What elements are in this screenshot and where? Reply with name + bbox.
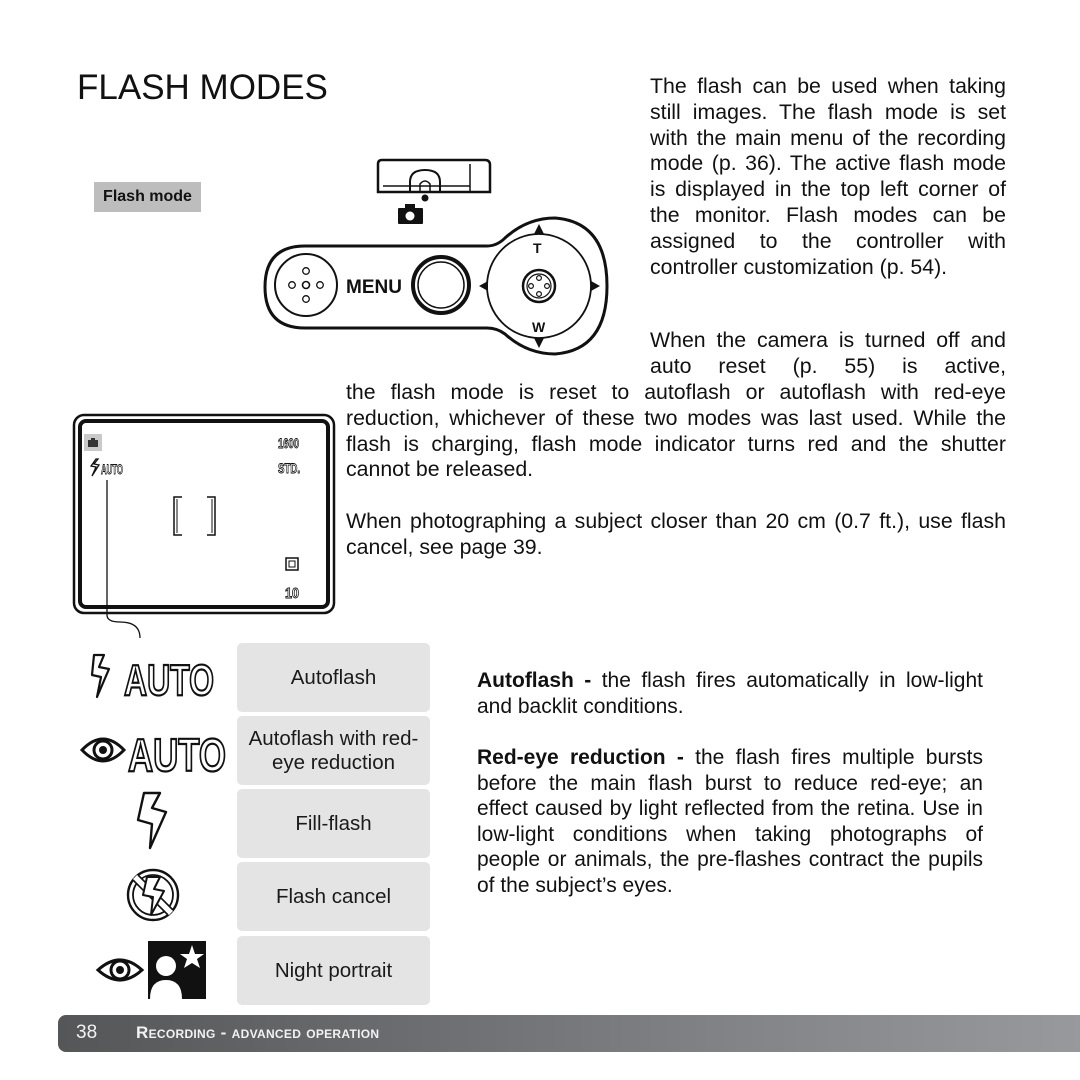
red-eye-autoflash-icon: AUTO — [79, 718, 230, 784]
monitor-frame-count: 10 — [285, 585, 299, 602]
page-title: FLASH MODES — [77, 68, 328, 107]
mode-label-autoflash: Autoflash — [237, 643, 430, 712]
arrow-right-icon — [591, 281, 600, 291]
description-term: Red-eye reduction - — [477, 746, 684, 769]
night-portrait-icon — [80, 938, 230, 1004]
close-subject-paragraph: When photographing a subject closer than… — [346, 509, 1006, 559]
monitor-quality-text: STD. — [278, 460, 300, 476]
description-autoflash: Autoflash - the flash fires automaticall… — [477, 668, 983, 719]
flash-mode-callout-label: Flash mode — [94, 182, 201, 212]
camera-mode-icon — [398, 204, 423, 224]
drive-mode-icon — [285, 557, 299, 571]
intro-paragraph: The flash can be used when taking still … — [650, 74, 1006, 279]
focus-frame — [173, 496, 216, 536]
monitor-display-illustration: AUTO 1600 STD. 10 — [72, 413, 336, 639]
arrow-down-icon — [534, 338, 544, 348]
menu-button[interactable] — [411, 255, 471, 315]
monitor-camera-mode-icon — [84, 434, 102, 451]
arrow-left-icon — [479, 281, 488, 291]
description-term: Autoflash - — [477, 669, 592, 692]
arrow-up-icon — [534, 224, 544, 234]
mode-dial[interactable] — [274, 253, 338, 317]
flash-cancel-icon — [80, 863, 230, 929]
callout-leader-line — [106, 480, 141, 639]
monitor-flash-mode-text: AUTO — [101, 461, 123, 477]
fill-flash-icon — [80, 790, 230, 856]
wide-label: W — [532, 319, 546, 335]
monitor-flash-icon — [89, 458, 101, 477]
reset-paragraph-part2: the flash mode is reset to autoflash or … — [346, 380, 1006, 482]
page-number: 38 — [76, 1022, 98, 1043]
mode-label-red-eye: Autoflash with red-eye reduction — [237, 716, 430, 785]
autoflash-icon-text: AUTO — [124, 656, 214, 705]
section-title: Recording - advanced operation — [136, 1023, 380, 1042]
mode-label-fill-flash: Fill-flash — [237, 789, 430, 858]
reset-paragraph-part1: When the camera is turned off and auto r… — [650, 328, 1006, 378]
mode-label-night-portrait: Night portrait — [237, 936, 430, 1005]
mode-label-flash-cancel: Flash cancel — [237, 862, 430, 931]
lamp-dot — [421, 194, 429, 202]
description-red-eye: Red-eye reduction - the flash fires mult… — [477, 745, 983, 899]
camera-controls-diagram: MENU T W — [263, 158, 609, 356]
red-eye-autoflash-icon-text: AUTO — [128, 729, 226, 781]
flash-unit-illustration — [376, 158, 492, 194]
monitor-iso-text: 1600 — [278, 435, 299, 451]
tele-label: T — [533, 240, 542, 256]
mode-label-red-eye-text: Autoflash with red-eye reduction — [248, 726, 419, 774]
autoflash-icon: AUTO — [80, 645, 230, 711]
menu-button-label[interactable]: MENU — [346, 277, 402, 298]
